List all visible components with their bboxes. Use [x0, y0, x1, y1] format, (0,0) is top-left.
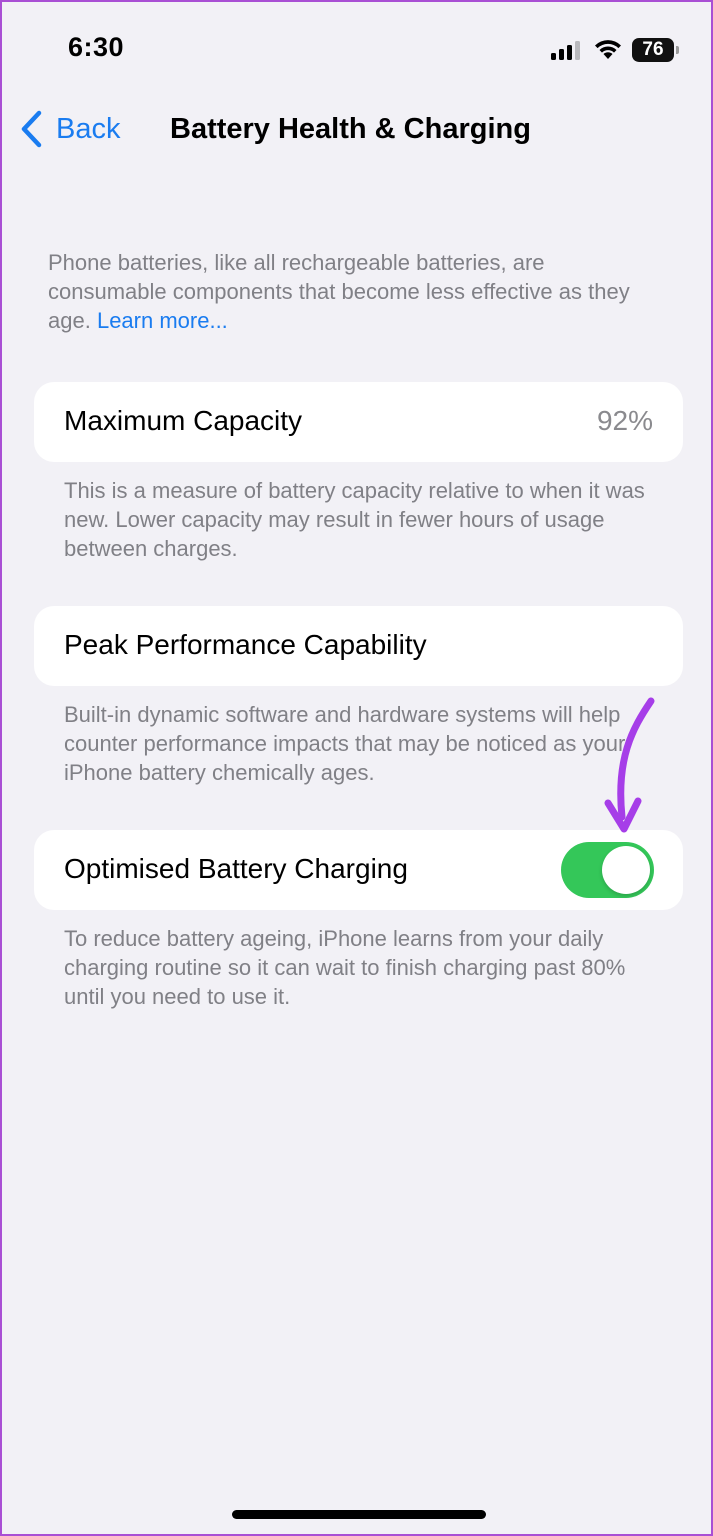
maximum-capacity-row: Maximum Capacity 92%: [34, 382, 683, 462]
status-time: 6:30: [68, 32, 125, 62]
battery-icon: 76: [632, 38, 680, 62]
back-button[interactable]: Back: [20, 110, 120, 148]
intro-text: Phone batteries, like all rechargeable b…: [48, 248, 668, 335]
toggle-knob: [602, 846, 650, 894]
annotation-arrow-icon: [604, 697, 655, 833]
navigation-bar: Back Battery Health & Charging: [2, 102, 711, 162]
maximum-capacity-footnote: This is a measure of battery capacity re…: [64, 478, 645, 561]
optimised-charging-footnote: To reduce battery ageing, iPhone learns …: [64, 926, 626, 1009]
chevron-left-icon: [21, 110, 42, 148]
battery-tip: [676, 46, 679, 54]
optimised-charging-row: Optimised Battery Charging: [34, 830, 683, 910]
learn-more-link[interactable]: Learn more...: [97, 308, 228, 333]
optimised-charging-toggle[interactable]: [561, 842, 654, 898]
battery-level: 76: [632, 38, 674, 62]
peak-performance-footnote: Built-in dynamic software and hardware s…: [64, 702, 626, 785]
maximum-capacity-label: Maximum Capacity: [64, 405, 303, 436]
peak-performance-row: Peak Performance Capability: [34, 606, 683, 686]
wifi-icon: [595, 40, 621, 59]
back-label: Back: [56, 112, 121, 145]
status-bar: 6:30 76: [2, 2, 711, 98]
home-indicator[interactable]: [232, 1510, 486, 1519]
maximum-capacity-value: 92%: [596, 405, 653, 436]
page-title: Battery Health & Charging: [170, 113, 531, 145]
peak-performance-label: Peak Performance Capability: [64, 629, 427, 660]
optimised-charging-label: Optimised Battery Charging: [64, 853, 408, 884]
cellular-signal-icon: [551, 41, 580, 60]
